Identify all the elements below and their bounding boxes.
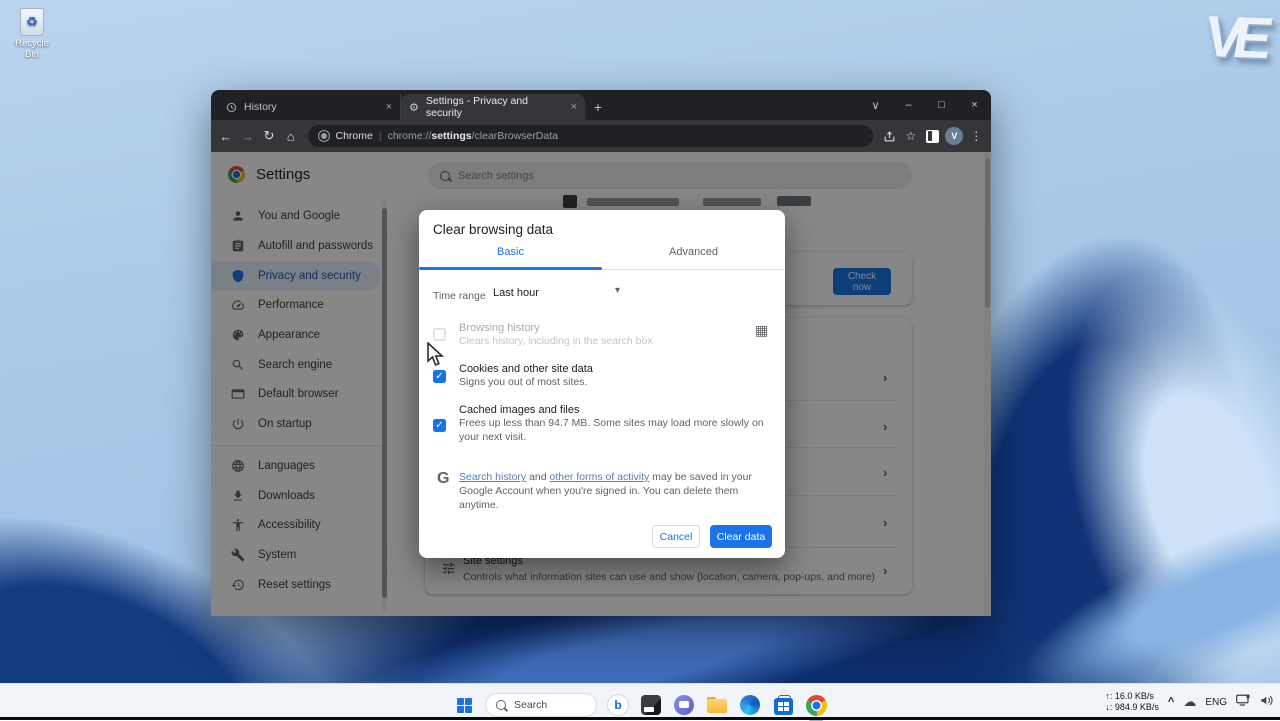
new-tab-button[interactable]: + [585,94,611,120]
item-desc: Frees up less than 94.7 MB. Some sites m… [459,416,771,444]
item-cookies: Cookies and other site data Signs you ou… [459,363,759,389]
time-range-label: Time range [433,289,486,303]
bookmark-star-icon[interactable]: ☆ [902,125,920,147]
item-label: Browsing history [459,322,749,334]
checkbox-browsing-history[interactable] [433,328,446,341]
item-browsing-history: Browsing history Clears history, includi… [459,322,749,348]
checkbox-cookies[interactable]: ✓ [433,370,446,383]
mouse-cursor [424,342,446,368]
recycle-bin-icon: ♻ [20,8,44,36]
maximize-button[interactable]: □ [925,90,958,120]
profile-avatar[interactable]: V [945,125,963,147]
clear-data-button[interactable]: Clear data [710,525,772,548]
clear-browsing-data-dialog: Clear browsing data Basic Advanced Time … [419,210,785,558]
site-info-icon[interactable] [318,130,330,142]
item-label: Cookies and other site data [459,363,759,375]
window-titlebar[interactable]: History × ⚙ Settings - Privacy and secur… [211,90,991,120]
window-controls: ∨ – □ × [859,90,991,120]
kebab-menu-icon[interactable]: ⋮ [967,125,985,147]
item-desc: Clears history, including in the search … [459,334,749,348]
tray-expand-chevron-icon[interactable]: ^ [1168,696,1174,708]
address-bar[interactable]: Chrome | chrome://settings/clearBrowserD… [308,125,873,147]
checkbox-cached[interactable]: ✓ [433,419,446,432]
store-icon[interactable] [771,693,795,717]
volume-icon[interactable] [1260,694,1274,710]
network-speed: ↑: 16.0 KB/s ↓: 984.9 KB/s [1105,691,1159,713]
item-cached: Cached images and files Frees up less th… [459,404,771,444]
chrome-icon[interactable] [804,693,828,717]
settings-page: Settings Search settings You and Google … [211,152,991,616]
taskbar: Search b ↑: 16.0 KB/s ↓: 984.9 KB/s ^ [0,683,1280,720]
taskbar-search-label: Search [514,699,547,711]
tab-settings[interactable]: ⚙ Settings - Privacy and security × [401,94,585,120]
reload-button[interactable]: ↻ [260,125,278,147]
time-range-value: Last hour [493,287,539,299]
terminal-icon[interactable] [639,693,663,717]
network-display-icon[interactable] [1236,694,1251,710]
dropdown-caret-icon[interactable]: ▾ [615,285,620,296]
check-icon: ✓ [435,420,443,431]
tab-title: History [244,101,277,113]
chat-icon[interactable] [672,693,696,717]
gear-icon: ⚙ [409,101,419,114]
active-tab-indicator [419,267,602,270]
language-indicator[interactable]: ENG [1205,697,1227,708]
home-button[interactable]: ⌂ [282,125,300,147]
back-button[interactable]: ← [217,125,235,147]
recycle-bin-label: Recycle Bin [8,38,56,60]
history-clock-icon [226,102,237,113]
share-icon[interactable] [881,125,899,147]
side-panel-icon[interactable] [924,125,942,147]
browser-toolbar: ← → ↻ ⌂ Chrome | chrome://settings/clear… [211,120,991,152]
page-url: chrome://settings/clearBrowserData [388,130,558,142]
minimize-button[interactable]: – [892,90,925,120]
recycle-bin-shortcut[interactable]: ♻ Recycle Bin [8,8,56,60]
search-engine-label: Chrome [336,130,373,142]
browser-window: History × ⚙ Settings - Privacy and secur… [211,90,991,616]
edge-icon[interactable] [738,693,762,717]
forward-button[interactable]: → [239,125,257,147]
cancel-button[interactable]: Cancel [652,525,700,548]
close-window-button[interactable]: × [958,90,991,120]
file-explorer-icon[interactable] [705,693,729,717]
search-icon [496,700,506,710]
bing-icon[interactable]: b [606,693,630,717]
tab-history[interactable]: History × [218,94,401,120]
google-g-icon: G [437,470,449,488]
start-button[interactable] [452,693,476,717]
other-activity-link[interactable]: other forms of activity [549,471,649,483]
item-label: Cached images and files [459,404,771,416]
time-range-select[interactable]: Last hour [493,287,633,299]
dialog-title: Clear browsing data [433,222,553,237]
tab-search-chevron-icon[interactable]: ∨ [859,90,892,120]
onedrive-cloud-icon[interactable]: ☁ [1183,694,1196,710]
taskbar-search[interactable]: Search [485,693,597,717]
check-icon: ✓ [435,371,443,382]
google-note: Search history and other forms of activi… [459,470,761,512]
search-history-link[interactable]: Search history [459,471,526,483]
item-desc: Signs you out of most sites. [459,375,759,389]
table-icon: ▦ [755,322,768,339]
tab-close-icon[interactable]: × [571,101,577,113]
tab-advanced[interactable]: Advanced [602,246,785,258]
tab-basic[interactable]: Basic [419,246,602,258]
watermark: VE [1199,3,1268,72]
tab-close-icon[interactable]: × [386,101,392,113]
tab-title: Settings - Privacy and security [426,95,564,119]
omnibox-separator: | [379,130,382,142]
